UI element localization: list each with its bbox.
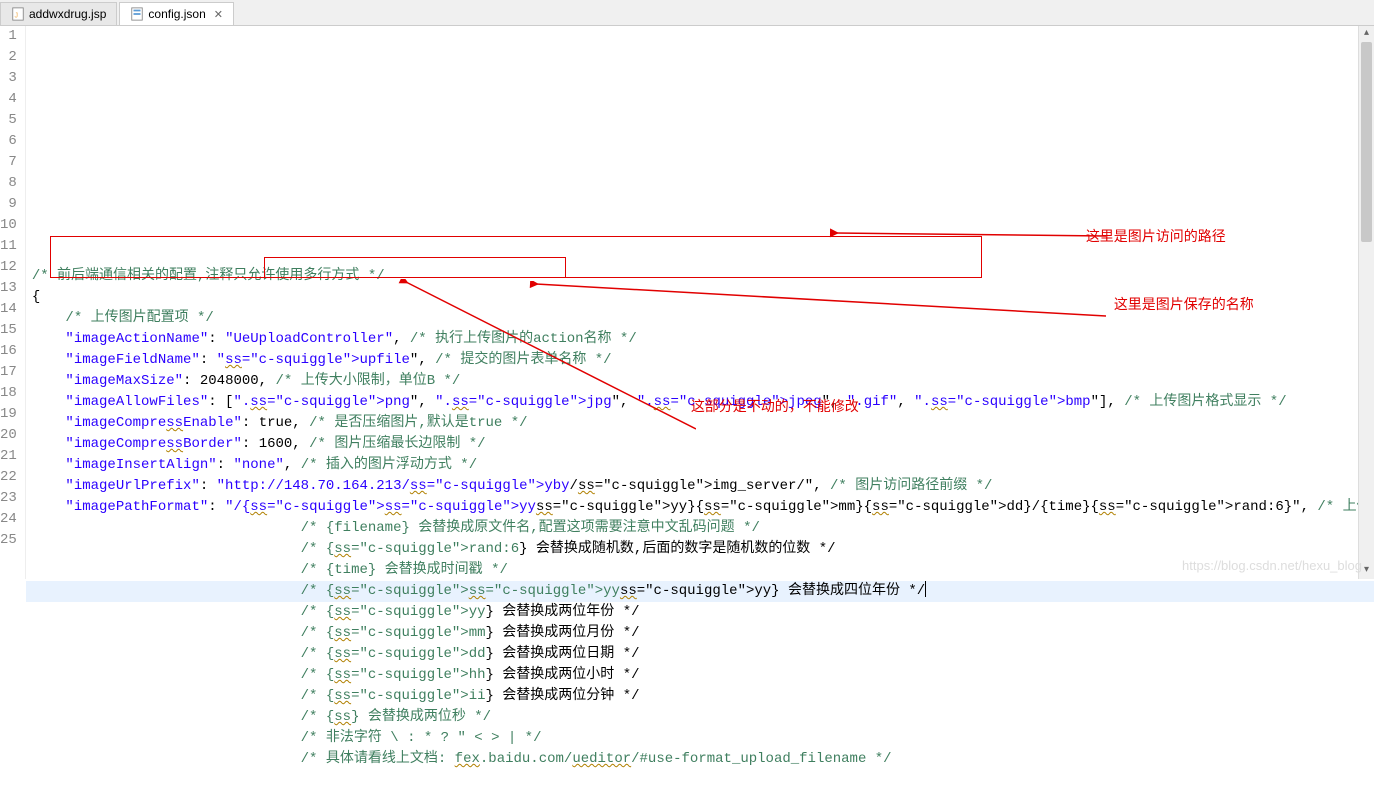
line-number: 14	[0, 299, 17, 320]
line-number: 7	[0, 152, 17, 173]
code-line[interactable]	[26, 770, 1374, 791]
line-number: 21	[0, 446, 17, 467]
line-number: 5	[0, 110, 17, 131]
annotation-pathformat: 这里是图片保存的名称	[1114, 294, 1254, 314]
scroll-up-icon[interactable]: ▴	[1359, 26, 1374, 42]
close-icon[interactable]: ✕	[214, 8, 223, 21]
code-line[interactable]: /* {ss="c-squiggle">ss="c-squiggle">yyss…	[26, 581, 1374, 602]
scroll-thumb[interactable]	[1361, 42, 1372, 242]
tab-label: addwxdrug.jsp	[29, 7, 106, 21]
code-line[interactable]: /* {ss="c-squiggle">dd} 会替换成两位日期 */	[26, 644, 1374, 665]
code-line[interactable]: "imageFieldName": "ss="c-squiggle">upfil…	[26, 350, 1374, 371]
line-number: 15	[0, 320, 17, 341]
tab-addwxdrug[interactable]: J addwxdrug.jsp	[0, 2, 117, 25]
code-line[interactable]: /* 非法字符 \ : * ? " < > | */	[26, 728, 1374, 749]
line-number: 6	[0, 131, 17, 152]
line-number: 11	[0, 236, 17, 257]
code-line[interactable]: "imageCompressBorder": 1600, /* 图片压缩最长边限…	[26, 434, 1374, 455]
code-line[interactable]: /* {ss="c-squiggle">mm} 会替换成两位月份 */	[26, 623, 1374, 644]
line-number: 24	[0, 509, 17, 530]
line-number: 16	[0, 341, 17, 362]
code-line[interactable]: /* {ss="c-squiggle">hh} 会替换成两位小时 */	[26, 665, 1374, 686]
line-number: 17	[0, 362, 17, 383]
code-line[interactable]: "imagePathFormat": "/{ss="c-squiggle">ss…	[26, 497, 1374, 518]
code-area[interactable]: 这里是图片访问的路径 这里是图片保存的名称 这部分是不动的，不能修改 /* 前后…	[26, 26, 1374, 579]
code-line[interactable]: "imageActionName": "UeUploadController",…	[26, 329, 1374, 350]
text-cursor	[925, 581, 926, 597]
watermark-text: https://blog.csdn.net/hexu_blog	[1182, 558, 1362, 573]
vertical-scrollbar[interactable]: ▴ ▾	[1358, 26, 1374, 579]
line-number: 19	[0, 404, 17, 425]
code-line[interactable]: "imageCompressEnable": true, /* 是否压缩图片,默…	[26, 413, 1374, 434]
line-number: 10	[0, 215, 17, 236]
line-number: 20	[0, 425, 17, 446]
line-number: 9	[0, 194, 17, 215]
code-line[interactable]: /* 具体请看线上文档: fex.baidu.com/ueditor/#use-…	[26, 749, 1374, 770]
code-line[interactable]: /* {ss="c-squiggle">yy} 会替换成两位年份 */	[26, 602, 1374, 623]
line-gutter: 1234567891011121314151617181920212223242…	[0, 26, 26, 579]
line-number: 12	[0, 257, 17, 278]
line-number: 1	[0, 26, 17, 47]
code-line[interactable]: /* 前后端通信相关的配置,注释只允许使用多行方式 */	[26, 266, 1374, 287]
jsp-file-icon: J	[11, 7, 25, 21]
line-number: 25	[0, 530, 17, 551]
svg-text:J: J	[15, 13, 19, 20]
code-editor[interactable]: 1234567891011121314151617181920212223242…	[0, 26, 1374, 579]
code-line[interactable]: /* {filename} 会替换成原文件名,配置这项需要注意中文乱码问题 */	[26, 518, 1374, 539]
line-number: 4	[0, 89, 17, 110]
tab-label: config.json	[148, 7, 205, 21]
annotation-fixedpart: 这部分是不动的，不能修改	[691, 396, 859, 416]
code-line[interactable]: /* {ss="c-squiggle">rand:6} 会替换成随机数,后面的数…	[26, 539, 1374, 560]
json-file-icon	[130, 7, 144, 21]
line-number: 18	[0, 383, 17, 404]
tab-config-json[interactable]: config.json ✕	[119, 2, 234, 25]
line-number: 22	[0, 467, 17, 488]
editor-tabs: J addwxdrug.jsp config.json ✕	[0, 0, 1374, 26]
code-line[interactable]: "imageMaxSize": 2048000, /* 上传大小限制，单位B *…	[26, 371, 1374, 392]
line-number: 8	[0, 173, 17, 194]
line-number: 2	[0, 47, 17, 68]
line-number: 23	[0, 488, 17, 509]
line-number: 3	[0, 68, 17, 89]
code-line[interactable]: "imageUrlPrefix": "http://148.70.164.213…	[26, 476, 1374, 497]
line-number: 13	[0, 278, 17, 299]
code-line[interactable]: "imageInsertAlign": "none", /* 插入的图片浮动方式…	[26, 455, 1374, 476]
code-line[interactable]: /* {time} 会替换成时间戳 */	[26, 560, 1374, 581]
arrow-urlprefix	[826, 221, 1106, 241]
code-line[interactable]: /* {ss="c-squiggle">ii} 会替换成两位分钟 */	[26, 686, 1374, 707]
annotation-urlprefix: 这里是图片访问的路径	[1086, 226, 1226, 246]
code-line[interactable]: /* {ss} 会替换成两位秒 */	[26, 707, 1374, 728]
